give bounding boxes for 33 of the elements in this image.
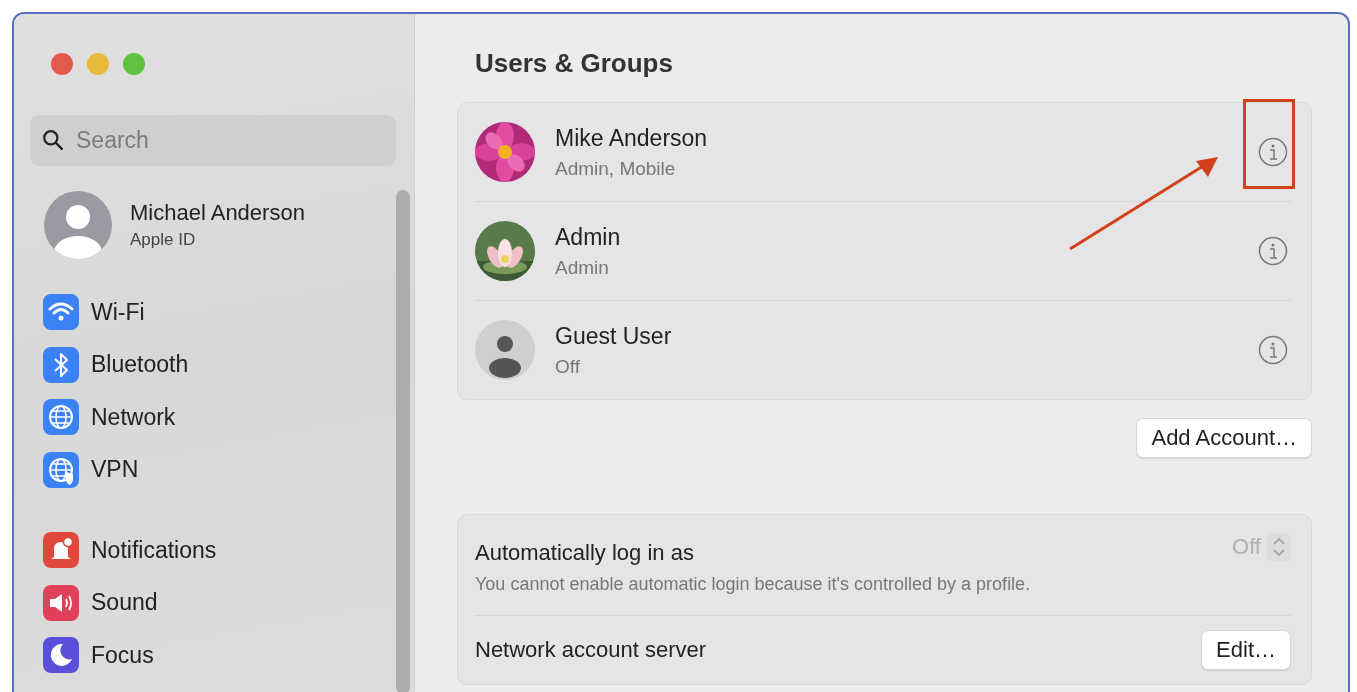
- stepper-icon: [1267, 533, 1291, 561]
- zoom-button[interactable]: [123, 53, 145, 75]
- sidebar-item[interactable]: Network: [30, 391, 373, 444]
- sidebar-item[interactable]: VPN: [30, 443, 373, 496]
- account-subtitle: Apple ID: [130, 230, 197, 250]
- scrollbar[interactable]: [396, 190, 410, 692]
- sidebar-item[interactable]: Bluetooth: [30, 338, 373, 391]
- user-role: Off: [555, 355, 581, 378]
- user-silhouette-icon: [43, 190, 113, 260]
- user-name: Mike Anderson: [555, 124, 709, 152]
- user-name: Guest User: [555, 322, 673, 350]
- search-icon: [42, 129, 64, 151]
- sidebar-item[interactable]: Sound: [30, 576, 373, 629]
- page-title: Users & Groups: [475, 48, 674, 79]
- minimize-button[interactable]: [87, 53, 109, 75]
- user-name: Admin: [555, 223, 622, 251]
- info-icon[interactable]: [1258, 335, 1288, 365]
- info-icon[interactable]: [1258, 137, 1288, 167]
- setting-label: Network account server: [475, 637, 707, 663]
- edit-button[interactable]: Edit…: [1201, 630, 1291, 670]
- account-name[interactable]: Michael Anderson: [130, 200, 305, 226]
- close-button[interactable]: [51, 53, 73, 75]
- sidebar-item[interactable]: Focus: [30, 629, 373, 682]
- sidebar-item[interactable]: Notifications: [30, 524, 373, 577]
- setting-note: You cannot enable automatic login because it's controlled by a profile.: [475, 573, 1031, 595]
- add-account-button[interactable]: Add Account…: [1136, 418, 1312, 458]
- setting-label: Automatically log in as: [475, 539, 695, 566]
- user-role: Admin, Mobile: [555, 157, 677, 180]
- sidebar-item[interactable]: Wi-Fi: [30, 286, 373, 339]
- user-role: Admin: [555, 256, 610, 279]
- user-silhouette-icon: [475, 320, 535, 380]
- search-field[interactable]: Search: [30, 115, 396, 166]
- info-icon[interactable]: [1258, 236, 1288, 266]
